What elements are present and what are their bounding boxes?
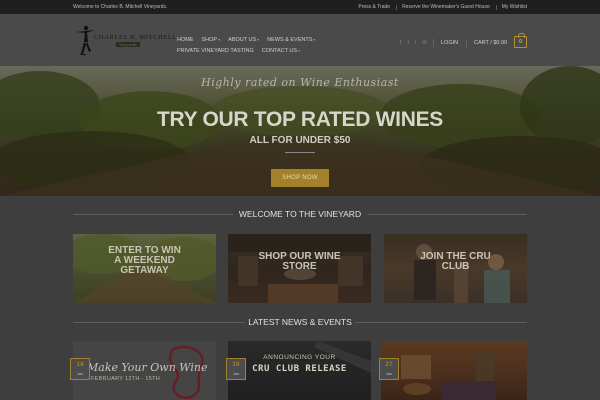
site-logo[interactable]: CHARLES B. MITCHELL Vineyards <box>72 24 176 60</box>
tile-getaway-line3: GETAWAY <box>120 265 169 276</box>
logo-name: CHARLES B. MITCHELL <box>94 34 178 41</box>
date-month: Jan <box>232 371 240 376</box>
hero-tagline: Highly rated on Wine Enthusiast <box>201 76 399 89</box>
wishlist-link[interactable]: My Wishlist <box>495 4 527 10</box>
top-bar: Welcome to Charles B. Mitchell Vineyards… <box>0 0 600 14</box>
nav-home[interactable]: HOME <box>177 37 194 43</box>
social-links: f t i ✉ <box>400 40 427 46</box>
promo-tile-wine-store[interactable]: SHOP OUR WINE STORE <box>228 234 371 303</box>
tile-cru-line2: CLUB <box>441 261 470 272</box>
twitter-icon[interactable]: t <box>408 40 410 46</box>
nav-contact[interactable]: CONTACT US▾ <box>262 48 300 54</box>
nav-news-events[interactable]: NEWS & EVENTS▾ <box>267 37 315 43</box>
date-day: 14 <box>76 361 84 368</box>
nav-private-tasting[interactable]: PRIVATE VINEYARD TASTING <box>177 48 254 54</box>
news-card-make-wine[interactable]: Make Your Own Wine FEBRUARY 12TH - 15TH <box>73 341 216 400</box>
nav-contact-label: CONTACT US <box>261 47 298 54</box>
welcome-title: WELCOME TO THE VINEYARD <box>238 209 362 219</box>
welcome-message: Welcome to Charles B. Mitchell Vineyards… <box>73 4 168 10</box>
news-image-text1: ANNOUNCING YOUR <box>263 354 336 361</box>
nav-about-label: ABOUT US <box>228 36 257 43</box>
date-day: 19 <box>232 361 240 368</box>
cart-icon[interactable]: 0 <box>514 33 527 48</box>
top-links: Press & Trade Reserve the Winemaker's Gu… <box>358 4 527 10</box>
news-card-cru-release[interactable]: ANNOUNCING YOUR CRU CLUB RELEASE <box>228 341 371 400</box>
hero-headline: TRY OUR TOP RATED WINES <box>157 108 443 131</box>
nav-news-label: NEWS & EVENTS <box>267 36 313 43</box>
nav-shop-label: SHOP <box>201 36 218 43</box>
nav-home-label: HOME <box>177 36 194 43</box>
promo-tile-cru-club[interactable]: JOIN THE CRU CLUB <box>384 234 527 303</box>
press-trade-link[interactable]: Press & Trade <box>358 4 390 10</box>
date-badge: 19 Jan <box>226 358 246 380</box>
main-nav: HOME SHOP▾ ABOUT US▾ NEWS & EVENTS▾ PRIV… <box>177 34 337 56</box>
chevron-down-icon: ▾ <box>313 36 316 42</box>
promo-tile-getaway[interactable]: ENTER TO WIN A WEEKEND GETAWAY <box>73 234 216 303</box>
news-image-text2: FEBRUARY 12TH - 15TH <box>91 376 161 382</box>
date-badge: 14 Jan <box>70 358 90 380</box>
logo-subtitle: Vineyards <box>116 42 140 47</box>
instagram-icon[interactable]: i <box>415 40 416 46</box>
nav-shop[interactable]: SHOP▾ <box>202 37 221 43</box>
chevron-down-icon: ▾ <box>257 36 260 42</box>
shop-now-button[interactable]: SHOP NOW <box>271 169 329 187</box>
news-image-text2: CRU CLUB RELEASE <box>252 364 347 374</box>
nav-private-tasting-label: PRIVATE VINEYARD TASTING <box>177 47 254 54</box>
header-divider <box>466 39 467 47</box>
email-icon[interactable]: ✉ <box>422 40 427 46</box>
news-section-heading: LATEST NEWS & EVENTS <box>0 316 600 328</box>
news-card-guest-house[interactable] <box>381 341 527 400</box>
date-month: Jan <box>385 371 393 376</box>
date-day: 27 <box>385 361 393 368</box>
site-header: CHARLES B. MITCHELL Vineyards HOME SHOP▾… <box>0 14 600 66</box>
hero-subheadline: ALL FOR UNDER $50 <box>249 135 351 146</box>
hero-divider <box>285 152 315 153</box>
welcome-section-heading: WELCOME TO THE VINEYARD <box>0 208 600 220</box>
guest-house-link[interactable]: Reserve the Winemaker's Guest House <box>396 4 490 10</box>
header-divider <box>433 39 434 47</box>
news-image-text1: Make Your Own Wine <box>87 361 208 374</box>
facebook-icon[interactable]: f <box>400 40 402 46</box>
hero-banner: Highly rated on Wine Enthusiast TRY OUR … <box>0 66 600 196</box>
tile-store-line2: STORE <box>282 261 317 272</box>
login-link[interactable]: LOGIN <box>441 40 458 46</box>
date-badge: 27 Jan <box>379 358 399 380</box>
cart-link[interactable]: CART / $0.00 <box>474 40 507 46</box>
dancer-logo-icon <box>76 25 95 56</box>
chevron-down-icon: ▾ <box>298 47 301 53</box>
guest-room-photo <box>401 351 496 400</box>
chevron-down-icon: ▾ <box>218 36 221 42</box>
date-month: Jan <box>76 371 84 376</box>
nav-about[interactable]: ABOUT US▾ <box>228 37 259 43</box>
news-title: LATEST NEWS & EVENTS <box>248 317 352 327</box>
